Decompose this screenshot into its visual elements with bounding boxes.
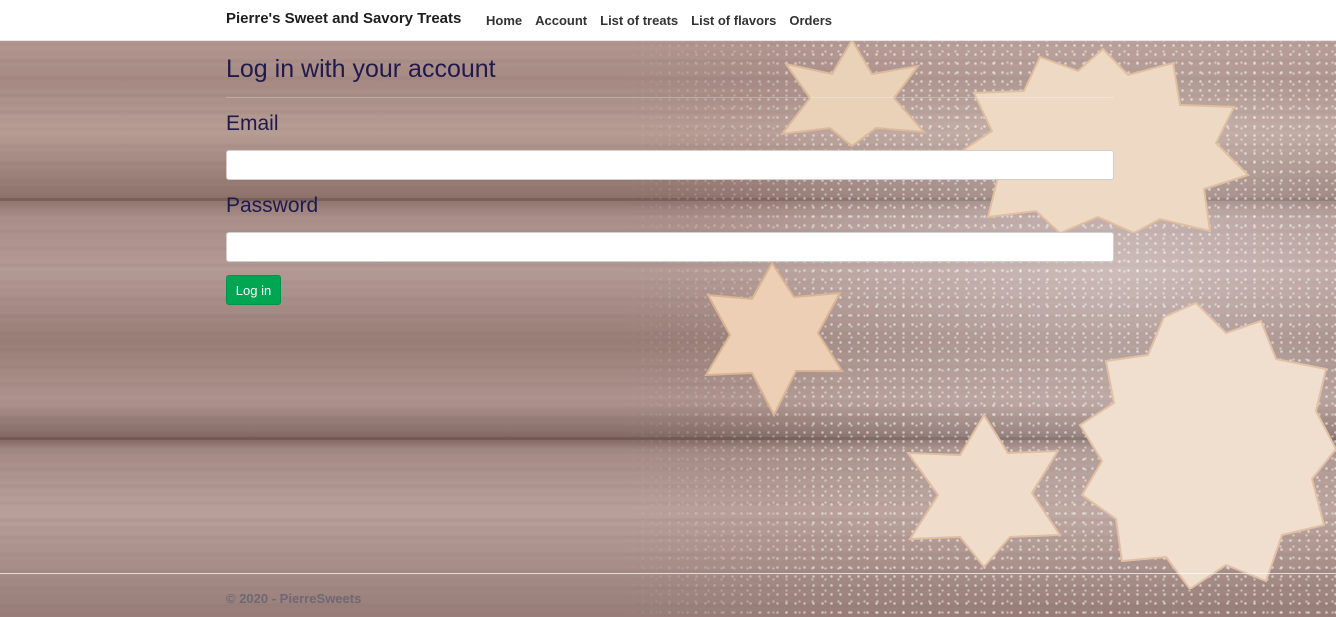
background-overlay: [0, 41, 1336, 617]
nav-item-orders: Orders: [789, 12, 832, 30]
nav-item-home: Home: [486, 12, 522, 30]
page-title: Log in with your account: [226, 55, 496, 83]
email-label: Email: [226, 112, 279, 135]
nav-links: Home Account List of treats List of flav…: [486, 12, 832, 30]
footer-divider: [0, 573, 1336, 574]
password-label: Password: [226, 194, 319, 217]
login-button[interactable]: Log in: [226, 275, 281, 305]
background-image: [0, 41, 1336, 617]
nav-link-account[interactable]: Account: [535, 13, 587, 28]
email-field[interactable]: [226, 150, 1114, 180]
brand-link[interactable]: Pierre's Sweet and Savory Treats: [226, 10, 461, 27]
title-divider: [226, 97, 1114, 98]
nav-link-list-of-treats[interactable]: List of treats: [600, 13, 678, 28]
password-field[interactable]: [226, 232, 1114, 262]
nav-link-orders[interactable]: Orders: [789, 13, 832, 28]
nav-item-treats: List of treats: [600, 12, 678, 30]
navbar: Pierre's Sweet and Savory Treats Home Ac…: [0, 0, 1336, 41]
nav-link-home[interactable]: Home: [486, 13, 522, 28]
nav-item-account: Account: [535, 12, 587, 30]
nav-item-flavors: List of flavors: [691, 12, 776, 30]
nav-link-list-of-flavors[interactable]: List of flavors: [691, 13, 776, 28]
footer-copyright: © 2020 - PierreSweets: [226, 591, 362, 606]
